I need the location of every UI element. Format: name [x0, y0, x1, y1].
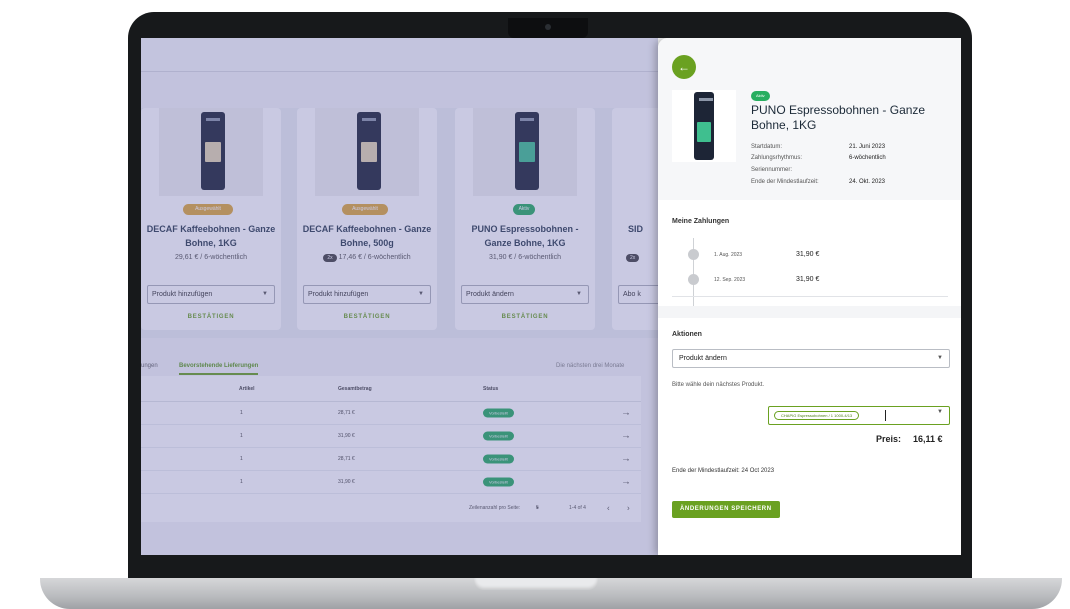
caret-down-icon: ▼ [937, 355, 943, 361]
payment-amount: 31,90 € [796, 251, 820, 258]
timeline-dot [688, 274, 699, 285]
laptop-screen: Ausgewählt DECAF Kaffeebohnen - Ganze Boh… [141, 38, 961, 555]
min-term-note: Ende der Mindestlaufzeit: 24 Oct 2023 [672, 468, 775, 474]
product-title: PUNO Espressobohnen - Ganze Bohne, 1KG [751, 103, 926, 132]
actions-title: Aktionen [672, 331, 702, 338]
back-button[interactable]: ← [672, 55, 696, 79]
payment-rhythm-value: 6-wöchentlich [849, 155, 886, 161]
product-image [672, 90, 736, 162]
start-date-label: Startdatum: [751, 144, 783, 150]
payment-rhythm-label: Zahlungsrhythmus: [751, 155, 803, 161]
action-select[interactable]: Produkt ändern ▼ [672, 349, 950, 368]
caret-down-icon: ▼ [937, 409, 943, 415]
payments-title: Meine Zahlungen [672, 218, 730, 225]
arrow-left-icon: ← [678, 60, 690, 74]
serial-number-label: Seriennummer: [751, 167, 793, 173]
helper-text: Bitte wähle dein nächstes Produkt. [672, 382, 765, 388]
text-cursor [885, 410, 886, 421]
camera-icon [545, 24, 551, 30]
payment-date: 12. Sep. 2023 [714, 277, 746, 283]
modal-backdrop[interactable] [141, 38, 658, 555]
divider [672, 296, 948, 297]
min-term-end-label: Ende der Mindestlaufzeit: [751, 179, 819, 185]
subscription-drawer: ← Aktiv PUNO Espressobohnen - Ganze Bohn… [658, 38, 961, 555]
price-label: Preis: [876, 434, 902, 444]
price-value: 16,11 € [913, 434, 943, 444]
next-product-select[interactable]: CHAPIG Espressobohnen / 1 1000-4/13 ▼ [768, 406, 950, 425]
timeline-dot [688, 249, 699, 260]
coffee-bag-icon [694, 92, 714, 160]
section-gap [658, 306, 961, 318]
status-badge: Aktiv [751, 91, 770, 101]
payment-amount: 31,90 € [796, 276, 820, 283]
laptop-base-notch [474, 578, 598, 590]
min-term-end-value: 24. Okt. 2023 [849, 179, 886, 185]
save-changes-button[interactable]: ÄNDERUNGEN SPEICHERN [672, 501, 780, 518]
payment-date: 1. Aug. 2023 [714, 252, 743, 258]
start-date-value: 21. Juni 2023 [849, 144, 886, 150]
selected-product-chip[interactable]: CHAPIG Espressobohnen / 1 1000-4/13 [774, 411, 860, 420]
